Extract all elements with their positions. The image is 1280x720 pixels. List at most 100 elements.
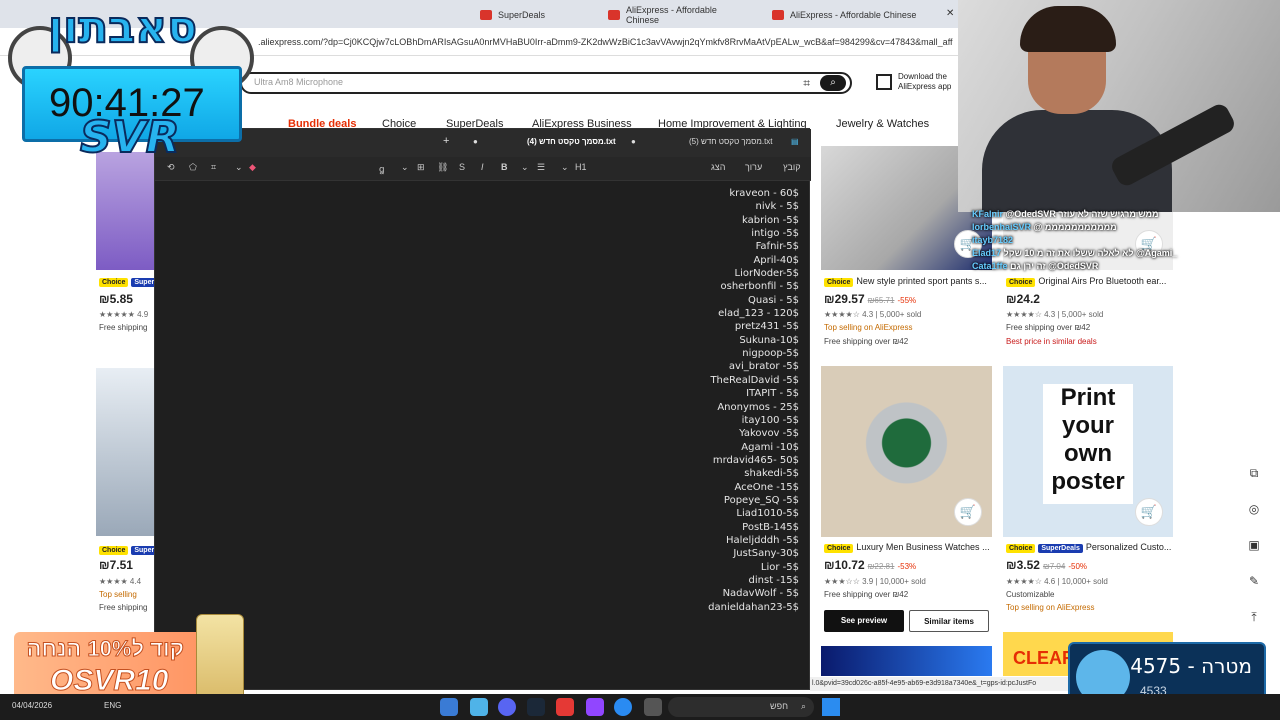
editor-line[interactable]: danieldahan23-5$ (499, 601, 799, 614)
image-search-icon[interactable]: ▣ (1244, 538, 1264, 574)
undo-icon[interactable]: ⟲ (167, 162, 175, 173)
menu-view[interactable]: הצג (711, 162, 725, 172)
heading-button[interactable]: H1 (575, 162, 587, 172)
editor-line[interactable]: Lior -5$ (499, 561, 799, 574)
choice-badge: Choice (1006, 544, 1036, 553)
editor-line[interactable]: mrdavid465- 50$ (499, 454, 799, 467)
product-image[interactable] (96, 368, 156, 536)
search-button[interactable]: ⌕ (820, 75, 846, 91)
app-icon[interactable] (556, 698, 574, 716)
scroll-top-icon[interactable]: ⤒ (1244, 610, 1264, 646)
puzzle-icon[interactable]: ⧉ (1244, 466, 1264, 502)
chrome-icon[interactable] (614, 698, 632, 716)
editor-line[interactable]: PostB-145$ (499, 521, 799, 534)
editor-line[interactable]: Agami -10$ (499, 441, 799, 454)
add-to-cart-icon[interactable]: 🛒 (954, 498, 982, 526)
nav-jewelry-watches[interactable]: Jewelry & Watches (836, 118, 929, 130)
editor-line[interactable]: LiorNoder-5$ (499, 267, 799, 280)
editor-line[interactable]: itay100 -5$ (499, 414, 799, 427)
camera-icon[interactable]: ⌗ (803, 76, 810, 91)
editor-line[interactable]: ITAPIT - 5$ (499, 387, 799, 400)
add-to-cart-icon[interactable]: 🛒 (1135, 498, 1163, 526)
menu-file[interactable]: קובץ (783, 162, 801, 172)
link-icon[interactable]: ⛓ (437, 162, 448, 173)
editor-line[interactable]: nigpoop-5$ (499, 347, 799, 360)
edit-icon[interactable]: ✎ (1244, 574, 1264, 610)
copilot-icon[interactable]: ◆ (249, 162, 256, 173)
editor-line[interactable]: shakedi-5$ (499, 467, 799, 480)
editor-line[interactable]: nivk - 5$ (499, 200, 799, 213)
editor-line[interactable]: avi_brator -5$ (499, 360, 799, 373)
superdeals-badge: SuperDeals (1038, 544, 1083, 553)
edit-icon[interactable]: ⌗ (211, 162, 216, 173)
editor-line[interactable]: Liad1010-5$ (499, 507, 799, 520)
strikethrough-icon[interactable]: S (459, 162, 465, 172)
table-icon[interactable]: ⊞ (417, 162, 425, 173)
editor-line[interactable]: Yakovov -5$ (499, 427, 799, 440)
draw-icon[interactable]: ⬠ (189, 162, 197, 173)
taskbar-language[interactable]: ENG (104, 701, 121, 710)
italic-icon[interactable]: I (481, 162, 484, 172)
browser-tab-active[interactable]: AliExpress - Affordable Chinese (764, 4, 944, 26)
product-image[interactable] (821, 646, 992, 676)
list-icon[interactable]: ☰ (537, 162, 545, 173)
editor-line[interactable]: Sukuna-10$ (499, 334, 799, 347)
app-download-link[interactable]: Download the AliExpress app (876, 72, 958, 92)
editor-line[interactable]: elad_123 - 120$ (499, 307, 799, 320)
product-title: Choice New style printed sport pants s... (824, 276, 990, 287)
editor-line[interactable]: Fafnir-5$ (499, 240, 799, 253)
editor-line[interactable]: Anonymos - 25$ (499, 401, 799, 414)
chevron-down-icon[interactable]: ⌄ (561, 162, 569, 173)
taskbar-search[interactable]: חפש ⌕ (668, 697, 814, 717)
bold-icon[interactable]: B (501, 162, 508, 172)
browser-tab[interactable]: AliExpress - Affordable Chinese (600, 4, 760, 26)
editor-line[interactable]: JustSany-30$ (499, 547, 799, 560)
windows-start-icon[interactable] (822, 698, 840, 716)
editor-line[interactable]: kraveon - 60$ (499, 187, 799, 200)
close-tab-icon[interactable]: ✕ (946, 8, 954, 19)
discord-icon[interactable] (498, 698, 516, 716)
editor-line[interactable]: Haleljdddh -5$ (499, 534, 799, 547)
unsaved-dot-icon: ● (631, 137, 636, 146)
editor-line[interactable]: dinst -15$ (499, 574, 799, 587)
editor-text-area[interactable]: kraveon - 60$ nivk - 5$ kabrion -5$ intigo … (499, 187, 799, 614)
editor-line[interactable]: pretz431 -5$ (499, 320, 799, 333)
similar-items-button[interactable]: Similar items (909, 610, 989, 632)
editor-line[interactable]: intigo -5$ (499, 227, 799, 240)
chevron-down-icon[interactable]: ⌄ (401, 162, 409, 173)
steam-icon[interactable] (527, 698, 545, 716)
tab-label: AliExpress - Affordable Chinese (625, 5, 717, 25)
editor-tab[interactable]: מסמך טקסט חדש (5).txt (689, 137, 773, 146)
see-preview-button[interactable]: See preview (824, 610, 904, 632)
file-explorer-icon[interactable] (644, 698, 662, 716)
menu-edit[interactable]: ערוך (745, 162, 762, 172)
chevron-down-icon[interactable]: ⌄ (235, 162, 243, 173)
browser-tab[interactable]: SuperDeals (472, 4, 553, 26)
clear-banner-text: CLEAR (1013, 648, 1075, 668)
history-icon[interactable]: ◎ (1244, 502, 1264, 538)
chat-message: Cata1ffe זה ירן גם @OdedSVR (972, 260, 1280, 273)
new-tab-icon[interactable]: + (443, 135, 449, 147)
editor-line[interactable]: Quasi - 5$ (499, 294, 799, 307)
editor-line[interactable]: osherbonfil - 5$ (499, 280, 799, 293)
promo-line1: קוד ל10% הנחה (26, 636, 184, 662)
editor-tab-active[interactable]: מסמך טקסט חדש (4).txt (527, 137, 616, 146)
product-image[interactable] (96, 152, 156, 270)
search-input[interactable]: Ultra Am8 Microphone ⌗ ⌕ (240, 72, 852, 94)
editor-line[interactable]: TheRealDavid -5$ (499, 374, 799, 387)
editor-line[interactable]: kabrion -5$ (499, 214, 799, 227)
calculator-icon[interactable] (440, 698, 458, 716)
notepad-icon[interactable] (470, 698, 488, 716)
product-note: Top selling (99, 590, 137, 599)
editor-line[interactable]: AceOne -15$ (499, 481, 799, 494)
spellcheck-icon[interactable]: ꬶ (379, 162, 385, 175)
editor-line[interactable]: April-40$ (499, 254, 799, 267)
chevron-down-icon[interactable]: ⌄ (521, 162, 529, 173)
app-download-text: Download the AliExpress app (898, 72, 952, 91)
obs-icon[interactable] (586, 698, 604, 716)
product-title: Choice Original Airs Pro Bluetooth ear... (1006, 276, 1172, 287)
editor-line[interactable]: Popeye_SQ -5$ (499, 494, 799, 507)
side-toolbar: ⧉ ◎ ▣ ✎ ⤒ (1244, 466, 1264, 646)
editor-line[interactable]: NadavWolf - 5$ (499, 587, 799, 600)
product-note: Free shipping (99, 323, 148, 332)
